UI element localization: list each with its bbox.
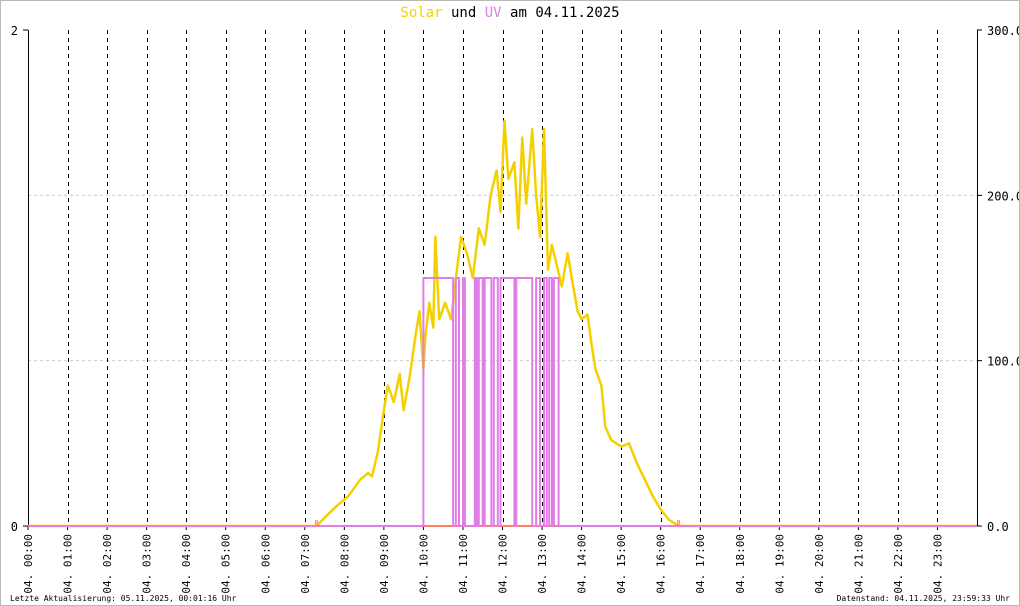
- footer-last-update: Letzte Aktualisierung: 05.11.2025, 00:01…: [10, 594, 237, 603]
- x-tick-label: 04. 22:00: [892, 534, 905, 594]
- min-marker: 0: [676, 519, 680, 527]
- x-tick-label: 04. 17:00: [694, 534, 707, 594]
- x-tick-label: 04. 06:00: [259, 534, 272, 594]
- right-tick-label: 0.0: [987, 520, 1009, 534]
- left-tick-label: 2: [11, 24, 18, 38]
- left-tick-label: 0: [11, 520, 18, 534]
- x-tick-label: 04. 08:00: [338, 534, 351, 594]
- x-tick-label: 04. 10:00: [417, 534, 430, 594]
- right-tick-label: 100.0: [987, 355, 1020, 369]
- x-tick-label: 04. 16:00: [655, 534, 668, 594]
- footer-data-status: Datenstand: 04.11.2025, 23:59:33 Uhr: [836, 594, 1010, 603]
- x-tick-label: 04. 07:00: [299, 534, 312, 594]
- x-tick-label: 04. 11:00: [457, 534, 470, 594]
- x-tick-label: 04. 01:00: [62, 534, 75, 594]
- x-tick-label: 04. 15:00: [615, 534, 628, 594]
- title-date: 04.11.2025: [535, 5, 620, 21]
- title-solar: Solar: [400, 5, 443, 21]
- x-tick-label: 04. 21:00: [852, 534, 865, 594]
- x-tick-label: 04. 19:00: [773, 534, 786, 594]
- x-tick-label: 04. 05:00: [220, 534, 233, 594]
- x-tick-label: 04. 00:00: [22, 534, 35, 594]
- solar-uv-chart: 0 2 0.0 100.0 200.0 300.0 04. 00:00 04. 01:00 04…: [11, 24, 1020, 594]
- x-tick-label: 04. 04:00: [180, 534, 193, 594]
- x-tick-label: 04. 18:00: [734, 534, 747, 594]
- x-tick-label: 04. 13:00: [536, 534, 549, 594]
- series-line-solar: [28, 119, 977, 528]
- x-tick-label: 04. 14:00: [576, 534, 589, 594]
- series-line-uv: [28, 277, 977, 527]
- x-tick-label: 04. 20:00: [813, 534, 826, 594]
- right-tick-label: 200.0: [987, 189, 1020, 203]
- min-marker: 0: [315, 519, 319, 527]
- title-uv: UV: [484, 5, 502, 21]
- right-tick-label: 300.0: [987, 24, 1020, 38]
- title-und: und: [450, 5, 477, 21]
- chart-title: Solar und UV am 04.11.2025: [0, 5, 1020, 21]
- x-tick-label: 04. 23:00: [931, 534, 944, 594]
- x-tick-label: 04. 09:00: [378, 534, 391, 594]
- title-am: am: [510, 5, 527, 21]
- x-tick-label: 04. 12:00: [497, 534, 510, 594]
- x-tick-label: 04. 03:00: [141, 534, 154, 594]
- x-tick-label: 04. 02:00: [101, 534, 114, 594]
